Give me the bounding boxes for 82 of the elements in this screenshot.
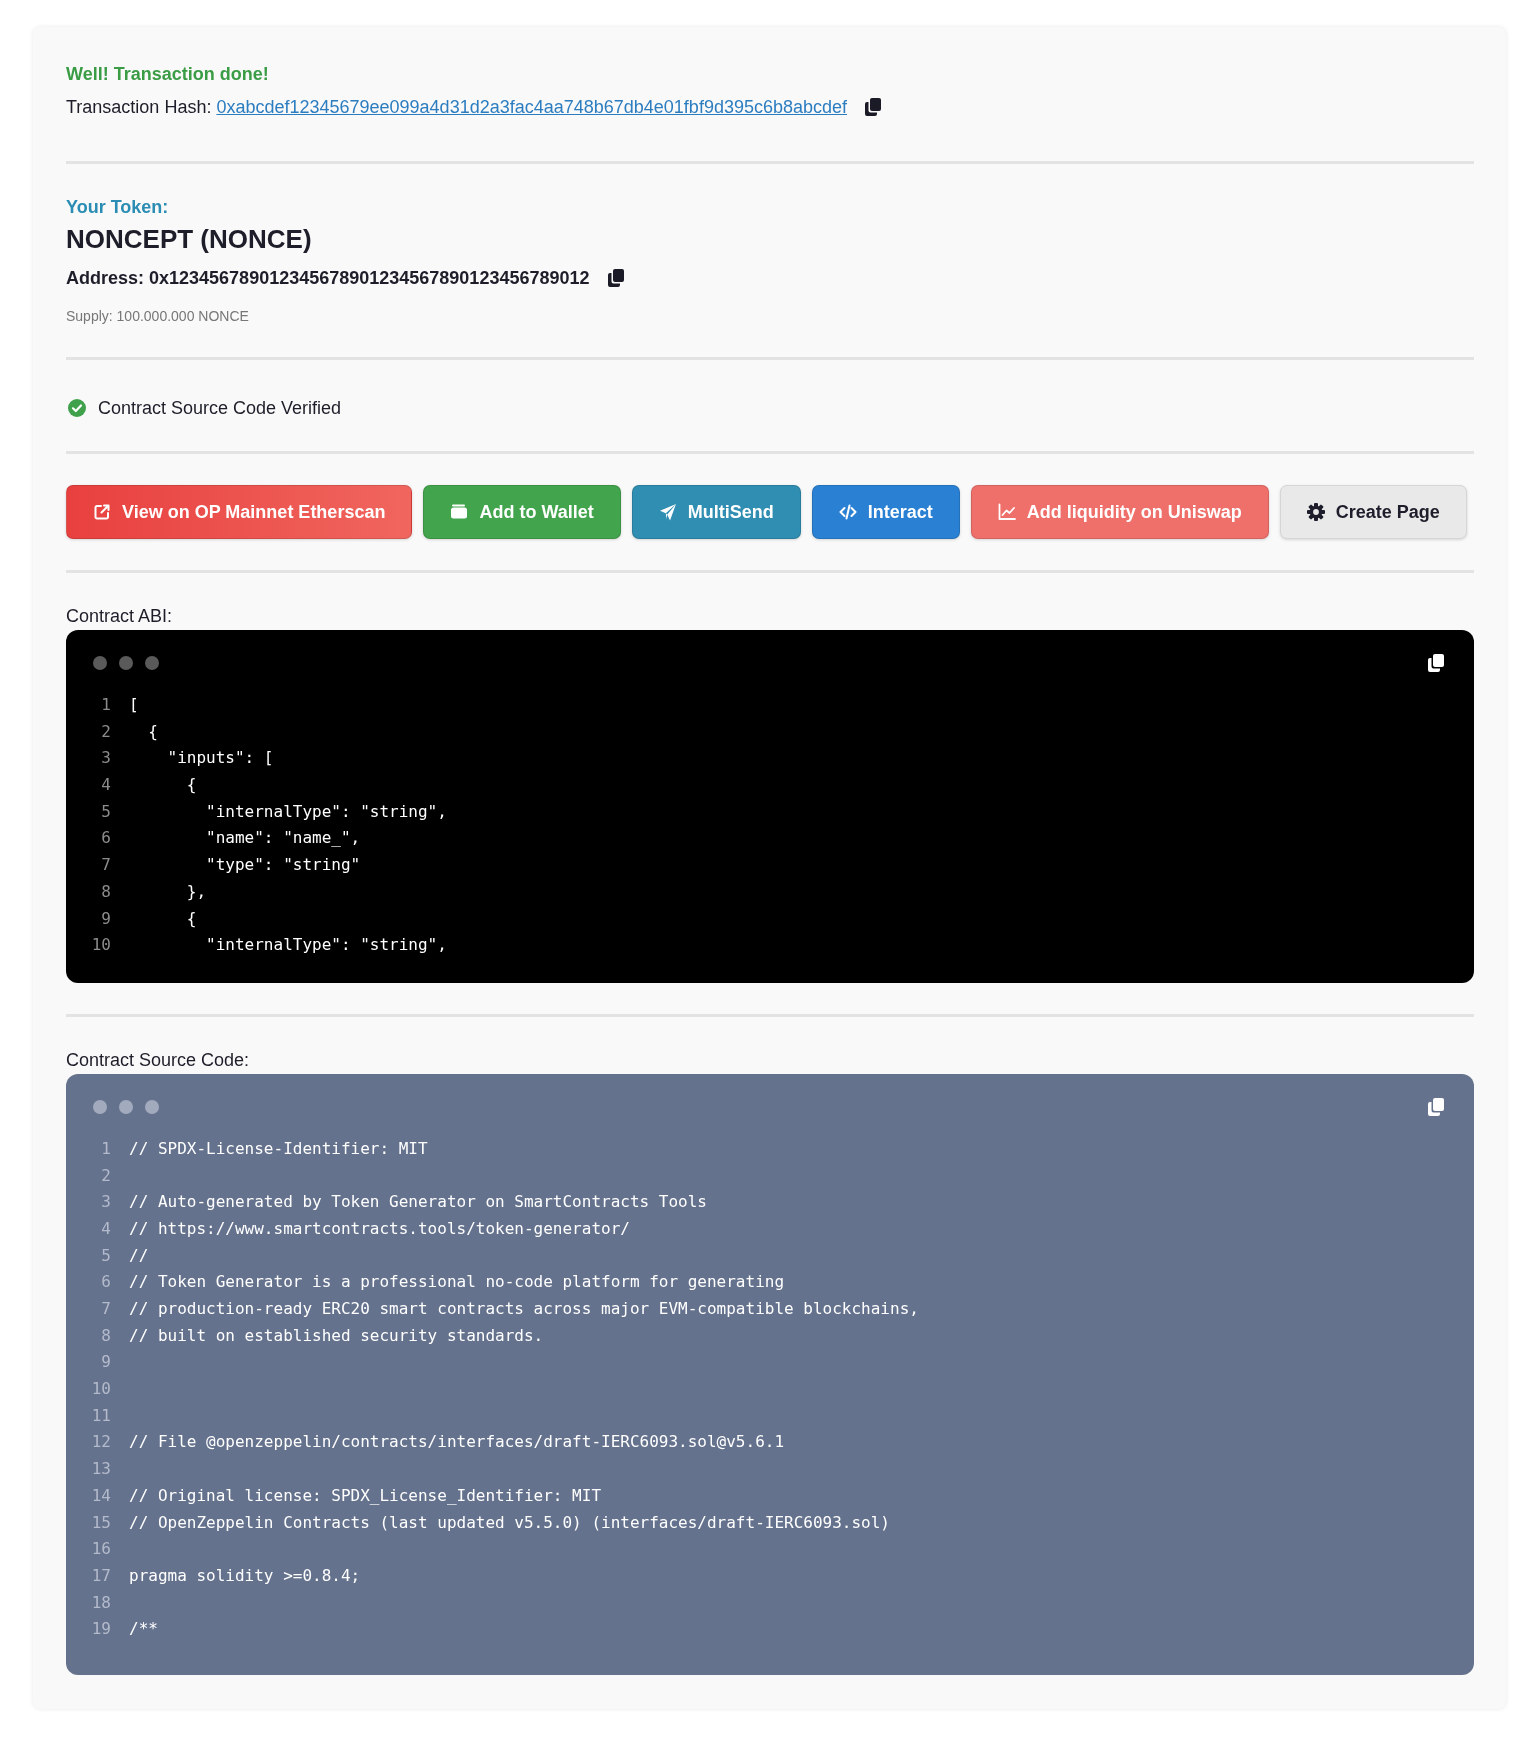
window-dot-icon [119,656,133,670]
code-line: // OpenZeppelin Contracts (last updated v5.5.0) (interfaces/draft-IERC6093.sol) [129,1511,890,1534]
window-dot-icon [93,1099,107,1114]
wallet-icon [450,503,469,521]
code-line: // SPDX-License-Identifier: MIT [129,1137,428,1160]
code-line: { [185,907,197,930]
code-line: // Auto-generated by Token Generator on SmartContracts Tools [129,1191,707,1214]
line-number: 8 [100,1324,111,1347]
code-line: // built on established security standards. [129,1324,544,1347]
copy-icon[interactable] [1428,654,1444,672]
code-line: /** [129,1618,158,1641]
line-number: 4 [100,1217,111,1240]
code-icon [838,503,857,521]
line-number: 2 [100,1164,111,1187]
code-line: // File @openzeppelin/contracts/interfaces/draft-IERC6093.sol@v5.6.1 [129,1431,785,1454]
code-line: "name": "name_", [205,827,361,850]
transaction-hash-link[interactable]: 0xabcdef12345679ee099a4d31d2a3fac4aa748b67db4e01fbf9d395c6b8abcdef [216,95,847,119]
code-line: // production-ready ERC20 smart contracts across major EVM-compatible blockchains, [129,1298,919,1320]
action-button[interactable]: Interact [811,485,960,539]
paper-plane-icon [658,503,677,521]
line-number: 9 [100,1351,111,1374]
code-line: "type": "string" [205,854,361,877]
code-line: [ [129,694,139,716]
line-number: 15 [90,1511,111,1534]
window-dot-icon [119,1099,133,1114]
code-line: }, [185,880,207,903]
code-line: // Token Generator is a professional no-code platform for generating [129,1271,785,1294]
line-number: 14 [90,1484,111,1507]
copy-icon[interactable] [607,269,624,287]
line-number: 3 [100,1191,111,1214]
line-number: 3 [100,747,111,770]
create-page-button[interactable]: Create Page [1279,485,1467,539]
line-number: 6 [100,1271,111,1294]
code-line: { [185,774,197,797]
line-number: 2 [100,720,111,743]
line-chart-icon [997,503,1016,521]
code-line: "internalType": "string", [205,934,447,957]
action-button[interactable]: Add liquidity on Uniswap [970,485,1269,539]
line-number: 8 [100,880,111,903]
window-dot-icon [145,656,159,670]
token-address: Address: 0x123456789012345678901234567890123456789012 [66,267,590,290]
line-number: 6 [100,827,111,850]
copy-icon[interactable] [865,98,881,116]
hash-label: Transaction Hash: [66,96,212,119]
token-name: NONCEPT (NONCE) [66,223,313,255]
external-link-icon [93,503,111,521]
line-number: 12 [90,1431,111,1454]
token-supply: Supply: 100.000.000 NONCE [66,307,250,326]
line-number: 1 [100,1137,111,1160]
code-block-title: Contract Source Code: [66,1048,251,1072]
line-number: 10 [90,934,111,957]
verification-label: Contract Source Code Verified [98,397,342,420]
line-number: 18 [90,1591,111,1614]
window-dot-icon [145,1099,159,1114]
action-button[interactable]: Add to Wallet [423,485,621,539]
line-number: 11 [90,1404,111,1427]
window-dot-icon [93,656,107,670]
code-block-title: Contract ABI: [66,605,174,628]
code-line: { [147,720,158,743]
line-number: 7 [100,1298,111,1320]
code-line: "internalType": "string", [205,800,447,823]
line-number: 9 [100,907,111,930]
line-number: 1 [100,694,111,716]
line-number: 13 [90,1458,111,1481]
line-number: 7 [100,854,111,877]
code-line: "inputs": [ [166,747,274,770]
line-number: 16 [90,1538,111,1561]
line-number: 4 [100,774,111,797]
code-line: // [129,1244,149,1267]
token-heading: Your Token: [66,196,170,219]
line-number: 5 [100,1244,111,1267]
success-message: Well! Transaction done! [66,63,270,86]
line-number: 17 [90,1564,111,1587]
code-line: // Original license: SPDX_License_Identifier: MIT [129,1484,601,1507]
line-number: 5 [100,800,111,823]
line-number: 19 [90,1618,111,1641]
code-line: // https://www.smartcontracts.tools/token-generator/ [129,1217,630,1240]
action-button[interactable]: View on OP Mainnet Etherscan [66,485,413,539]
line-number: 10 [90,1378,111,1401]
action-button[interactable]: MultiSend [631,485,801,539]
gear-icon [1306,503,1325,521]
code-line: pragma solidity >=0.8.4; [129,1564,361,1587]
